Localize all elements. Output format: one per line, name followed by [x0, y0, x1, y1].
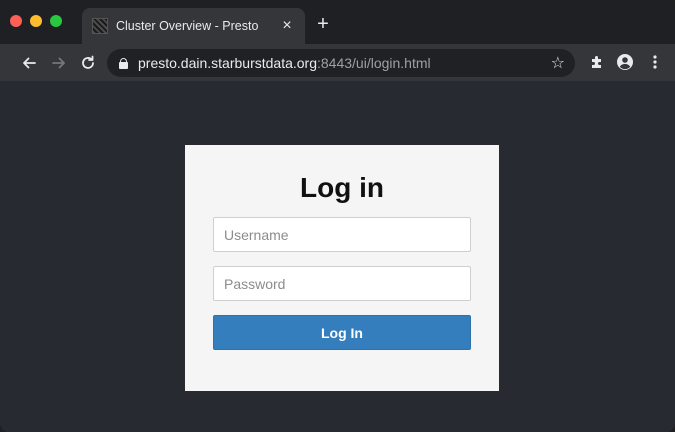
- profile-button[interactable]: [614, 51, 636, 73]
- tab-title: Cluster Overview - Presto: [116, 19, 259, 33]
- reload-icon: [82, 55, 94, 69]
- account-circle-icon: [617, 54, 633, 70]
- login-button[interactable]: Log In: [213, 315, 471, 350]
- arrow-left-icon: [23, 57, 36, 69]
- forward-button[interactable]: [48, 52, 70, 74]
- tab-close-icon[interactable]: ×: [279, 18, 295, 34]
- password-input[interactable]: [213, 266, 471, 301]
- window-controls: [10, 15, 62, 27]
- lock-icon: [119, 57, 128, 69]
- address-bar[interactable]: presto.dain.starburstdata.org:8443/ui/lo…: [107, 49, 575, 77]
- url-host: presto.dain.starburstdata.org: [138, 55, 317, 71]
- extensions-button[interactable]: [586, 51, 608, 73]
- tab-strip: Cluster Overview - Presto × +: [0, 0, 675, 44]
- browser-window: Cluster Overview - Presto × + presto.dai…: [0, 0, 675, 432]
- maximize-window-button[interactable]: [50, 15, 62, 27]
- url-path: :8443/ui/login.html: [317, 55, 431, 71]
- puzzle-icon: [592, 56, 601, 68]
- minimize-window-button[interactable]: [30, 15, 42, 27]
- more-vertical-icon: [653, 55, 657, 69]
- site-favicon-icon: [92, 18, 108, 34]
- login-card: Log in Log In: [185, 145, 499, 391]
- bookmark-star-icon[interactable]: ☆: [551, 53, 565, 73]
- login-title: Log in: [300, 172, 384, 203]
- close-window-button[interactable]: [10, 15, 22, 27]
- page-content: Log in Log In: [0, 81, 675, 432]
- new-tab-button[interactable]: +: [313, 14, 333, 34]
- back-button[interactable]: [18, 52, 40, 74]
- browser-tab[interactable]: Cluster Overview - Presto ×: [82, 8, 305, 44]
- username-input[interactable]: [213, 217, 471, 252]
- arrow-right-icon: [52, 57, 65, 69]
- menu-button[interactable]: [644, 51, 666, 73]
- url-text: presto.dain.starburstdata.org:8443/ui/lo…: [138, 55, 431, 71]
- reload-button[interactable]: [77, 52, 99, 74]
- browser-toolbar: presto.dain.starburstdata.org:8443/ui/lo…: [0, 44, 675, 81]
